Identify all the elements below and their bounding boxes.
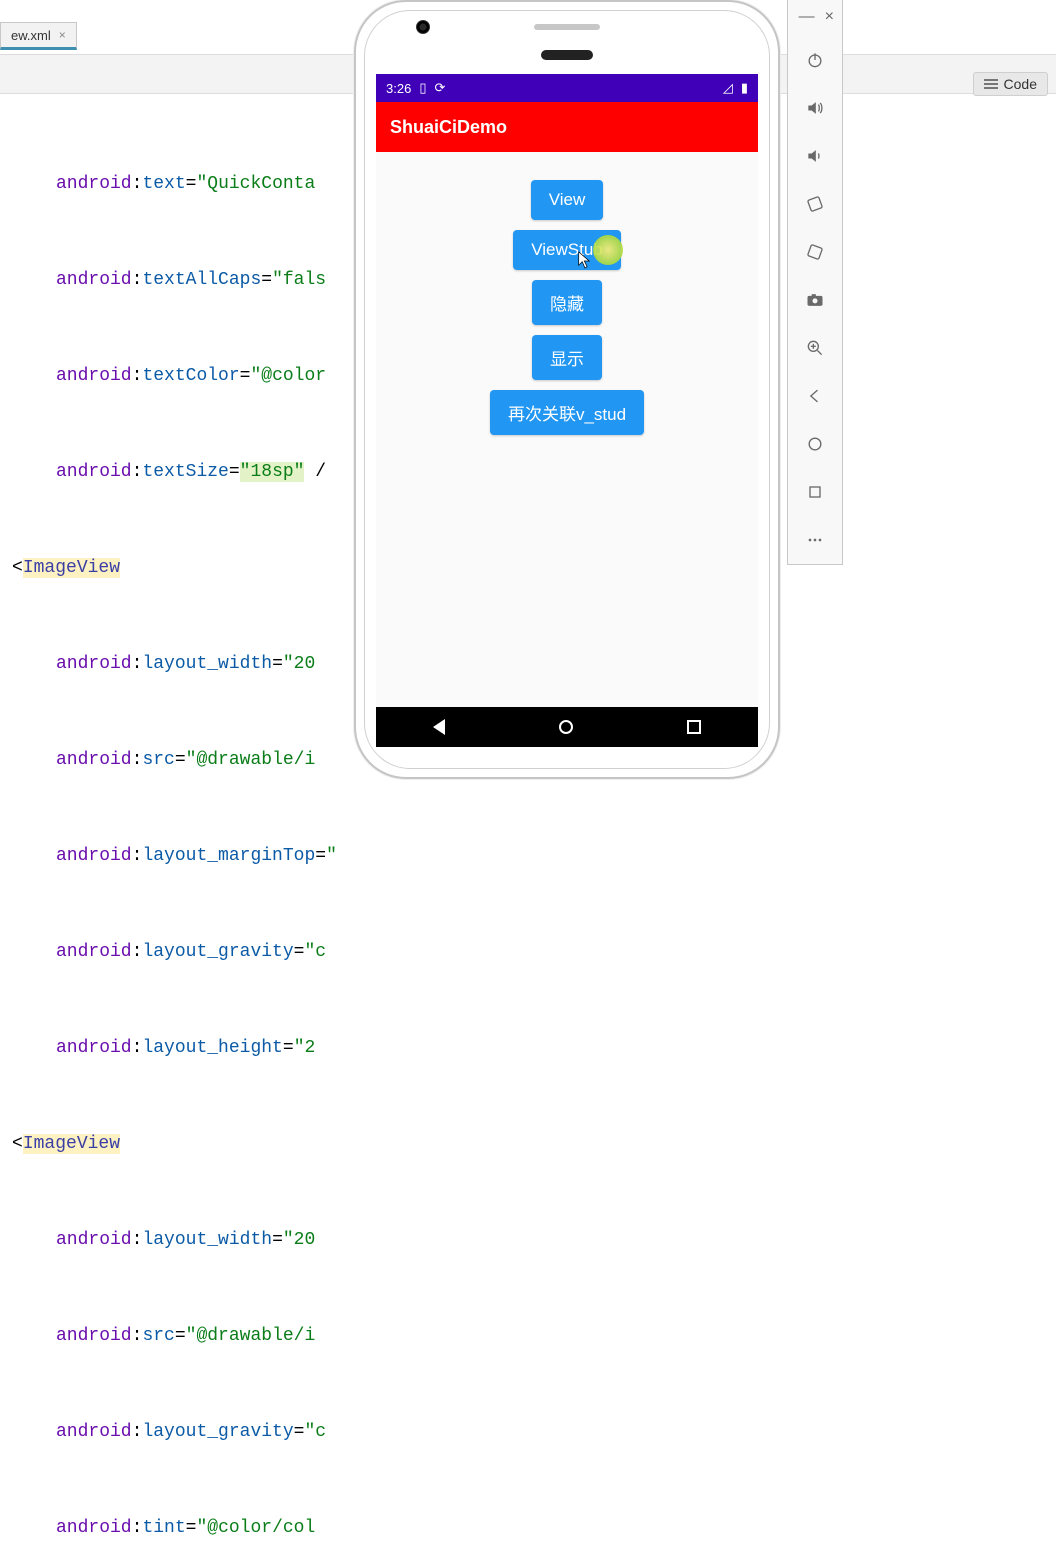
volume-up-icon[interactable] (801, 94, 829, 122)
rotate-left-icon[interactable] (801, 190, 829, 218)
close-button[interactable]: × (825, 8, 834, 26)
minimize-button[interactable]: — (799, 8, 815, 26)
relink-button-label: 再次关联v_stud (508, 405, 626, 424)
nav-back-icon[interactable] (433, 719, 445, 735)
power-icon[interactable] (801, 46, 829, 74)
hide-button[interactable]: 隐藏 (532, 280, 602, 325)
back-icon[interactable] (801, 382, 829, 410)
code-text[interactable]: android:text="QuickConta android:textAll… (0, 104, 360, 1558)
status-icon-2: ⟳ (434, 80, 445, 96)
emulator-screen[interactable]: 3:26 ▯ ⟳ ◿ ▮ ShuaiCiDemo View ViewStub 隐… (376, 74, 758, 747)
view-button-label: View (549, 190, 586, 209)
editor-tab-label: ew.xml (11, 28, 51, 43)
show-button[interactable]: 显示 (532, 335, 602, 380)
show-button-label: 显示 (550, 350, 584, 369)
volume-down-icon[interactable] (801, 142, 829, 170)
android-navbar (376, 707, 758, 747)
relink-button[interactable]: 再次关联v_stud (490, 390, 644, 435)
camera-dot (416, 20, 430, 34)
speaker-slot (534, 24, 600, 30)
view-button[interactable]: View (531, 180, 604, 220)
nav-recent-icon[interactable] (687, 720, 701, 734)
close-icon[interactable]: × (59, 28, 66, 42)
code-button-label: Code (1004, 76, 1037, 92)
code-view-button[interactable]: Code (973, 72, 1048, 96)
camera-icon[interactable] (801, 286, 829, 314)
overview-icon[interactable] (801, 478, 829, 506)
app-body: View ViewStub 隐藏 显示 再次关联v_stud (376, 152, 758, 435)
emulator-toolbar: — × (787, 0, 843, 565)
status-time: 3:26 (386, 81, 411, 96)
hide-button-label: 隐藏 (550, 295, 584, 314)
home-icon[interactable] (801, 430, 829, 458)
rotate-right-icon[interactable] (801, 238, 829, 266)
more-icon[interactable] (801, 526, 829, 554)
earpiece (541, 50, 593, 60)
editor-tab[interactable]: ew.xml × (0, 22, 77, 50)
emulator-device-frame: 3:26 ▯ ⟳ ◿ ▮ ShuaiCiDemo View ViewStub 隐… (354, 0, 780, 779)
viewstub-button[interactable]: ViewStub (513, 230, 621, 270)
viewstub-button-label: ViewStub (531, 240, 603, 259)
app-title: ShuaiCiDemo (390, 117, 507, 138)
status-icon-1: ▯ (419, 80, 426, 96)
signal-icon: ◿ (723, 80, 733, 96)
menu-icon (984, 79, 998, 89)
nav-home-icon[interactable] (559, 720, 573, 734)
status-bar: 3:26 ▯ ⟳ ◿ ▮ (376, 74, 758, 102)
zoom-icon[interactable] (801, 334, 829, 362)
app-bar: ShuaiCiDemo (376, 102, 758, 152)
battery-icon: ▮ (741, 80, 748, 96)
